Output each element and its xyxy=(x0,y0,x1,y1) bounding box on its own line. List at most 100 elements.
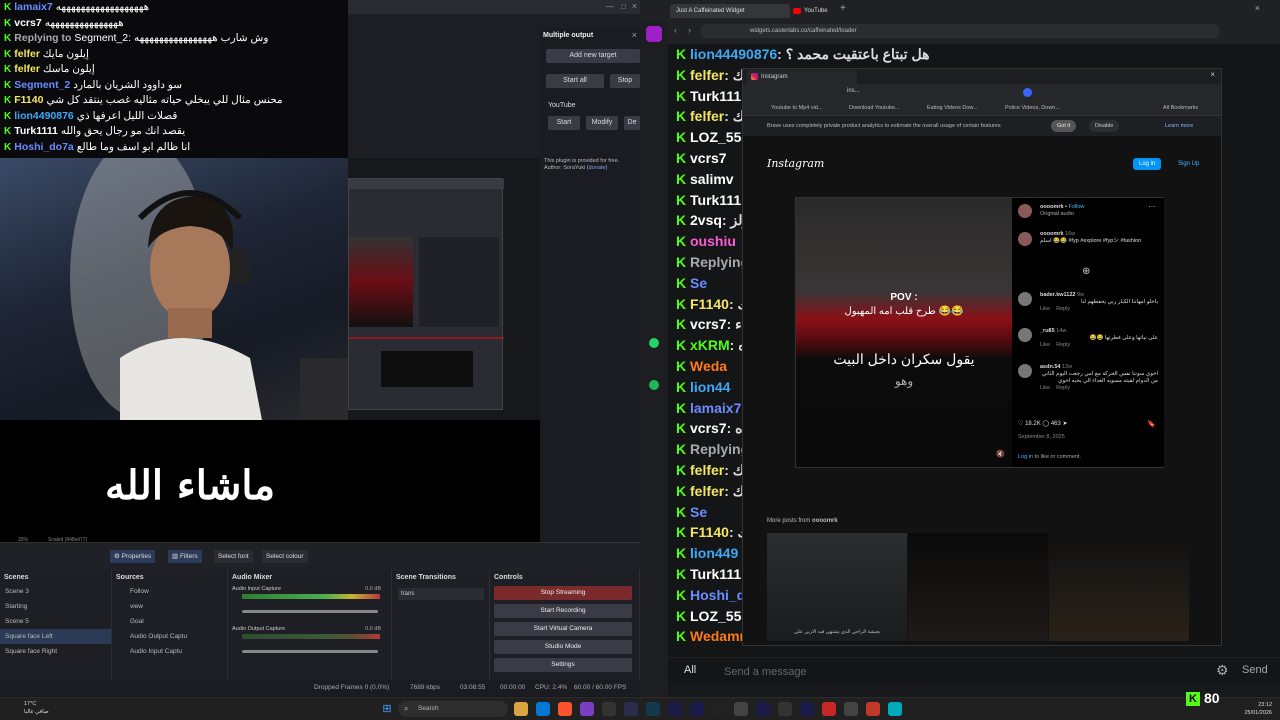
comment-icon[interactable]: ◯ xyxy=(1042,421,1049,427)
chat-username[interactable]: Turk111 xyxy=(690,88,741,104)
media-encoder-icon[interactable] xyxy=(712,702,726,716)
more-post-thumb-1[interactable]: يعيشة الراحي الذي يشتهي فيه الاربي علي xyxy=(767,533,907,641)
chat-username[interactable]: Wedamn xyxy=(690,628,748,644)
properties-button[interactable]: ⚙ Properties xyxy=(110,550,156,563)
chat-username[interactable]: lion4490876 xyxy=(14,110,74,122)
visual-studio-icon[interactable] xyxy=(580,702,594,716)
scene-item[interactable]: Scene 3 xyxy=(0,584,111,599)
chat-username[interactable]: lamaix7 xyxy=(14,1,53,13)
forward-icon[interactable]: › xyxy=(688,25,691,35)
chat-username[interactable]: F1140 xyxy=(690,524,729,540)
taskbar-tool-icon[interactable] xyxy=(734,702,748,716)
chat-filter-select[interactable]: All xyxy=(684,664,696,676)
chat-username[interactable]: lion44 xyxy=(690,379,730,395)
author-avatar[interactable] xyxy=(1018,204,1032,218)
stop-all-button[interactable]: Stop xyxy=(610,74,640,88)
bookmark-item[interactable]: Police Videos, Down... xyxy=(1005,105,1060,111)
select-colour-button[interactable]: Select colour xyxy=(262,550,308,563)
chat-username[interactable]: felfer xyxy=(690,108,724,124)
source-item[interactable]: view xyxy=(112,599,227,614)
chat-username[interactable]: 2vsq xyxy=(690,212,722,228)
windows-start-icon[interactable]: ⊞ xyxy=(380,702,394,716)
chat-username[interactable]: felfer xyxy=(14,48,40,60)
commenter-avatar[interactable] xyxy=(1018,328,1032,342)
chat-username[interactable]: LOZ_555 xyxy=(690,129,749,145)
like-icon[interactable]: ♡ xyxy=(1018,421,1023,427)
login-prompt-link[interactable]: Log in xyxy=(1018,454,1033,460)
chat-username[interactable]: xKRM xyxy=(690,337,730,353)
close-icon[interactable]: × xyxy=(632,30,637,40)
settings-icon[interactable]: ⚙ xyxy=(1216,662,1229,679)
modify-button[interactable]: Modify xyxy=(586,116,618,130)
start-all-button[interactable]: Start all xyxy=(546,74,604,88)
mute-icon[interactable]: 🔇 xyxy=(996,450,1005,458)
select-font-button[interactable]: Select font xyxy=(214,550,253,563)
scene-item[interactable]: Starting xyxy=(0,599,111,614)
comment-like-button[interactable]: Like xyxy=(1040,342,1050,348)
scene-item[interactable]: Square face Left xyxy=(0,629,111,644)
file-explorer-icon[interactable] xyxy=(514,702,528,716)
spotify-icon[interactable] xyxy=(649,380,659,390)
chat-username[interactable]: lion44490876 xyxy=(690,46,777,62)
mixer-channel-1-slider[interactable] xyxy=(242,610,378,613)
post-author[interactable]: oooomrk xyxy=(1040,204,1064,210)
share-icon[interactable]: ➤ xyxy=(1063,421,1068,427)
chat-username[interactable]: felfer xyxy=(690,483,724,499)
start-virtual-camera-button[interactable]: Start Virtual Camera xyxy=(494,622,632,636)
caption-user[interactable]: oooomrk xyxy=(1040,231,1064,237)
premiere-icon[interactable] xyxy=(800,702,814,716)
scene-item[interactable]: Scene 5 xyxy=(0,614,111,629)
comment-user[interactable]: _ru85 xyxy=(1040,328,1055,334)
chat-username[interactable]: Hoshi_do7a xyxy=(14,141,74,153)
chat-username[interactable]: LOZ_555 xyxy=(690,608,749,624)
taskbar-search[interactable]: ⌕ Search xyxy=(398,701,508,717)
chat-username[interactable]: Hoshi_d xyxy=(690,587,745,603)
all-bookmarks[interactable]: All Bookmarks xyxy=(1163,105,1198,111)
comment-user[interactable]: asdn.54 xyxy=(1040,364,1060,370)
chat-message-input[interactable]: Send a message xyxy=(724,662,1184,682)
commenter-avatar[interactable] xyxy=(1018,292,1032,306)
chat-username[interactable]: Turk111 xyxy=(690,566,741,582)
photoshop-icon[interactable] xyxy=(624,702,638,716)
chat-username[interactable]: Weda xyxy=(690,358,727,374)
comment-user[interactable]: bader.kw1122 xyxy=(1040,292,1075,298)
signup-link[interactable]: Sign Up xyxy=(1178,158,1199,170)
studio-mode-button[interactable]: Studio Mode xyxy=(494,640,632,654)
chat-username[interactable]: vcrs7 xyxy=(14,17,41,29)
start-button[interactable]: Start xyxy=(548,116,580,130)
chat-username[interactable]: salimv xyxy=(690,171,734,187)
chat-username[interactable]: Segment_2 xyxy=(14,79,70,91)
clock[interactable]: 23:12 25/01/2026 xyxy=(1238,701,1272,717)
whatsapp-icon[interactable] xyxy=(649,338,659,348)
chat-username[interactable]: felfer xyxy=(14,63,40,75)
comment-reply-button[interactable]: Reply xyxy=(1056,385,1070,391)
transition-select[interactable]: trans xyxy=(398,588,484,600)
chat-username[interactable]: Se xyxy=(690,275,707,291)
send-button[interactable]: Send xyxy=(1242,664,1268,676)
animate-icon[interactable] xyxy=(756,702,770,716)
learn-more-link[interactable]: Learn more xyxy=(1165,116,1193,136)
chat-username[interactable]: Turk1111 xyxy=(14,125,58,137)
instagram-logo[interactable]: Instagram xyxy=(767,157,824,170)
chat-username[interactable]: Turk111 xyxy=(690,192,741,208)
chat-username[interactable]: F1140 xyxy=(14,94,43,106)
taskbar-app-icon[interactable] xyxy=(646,702,660,716)
stop-streaming-button[interactable]: Stop Streaming xyxy=(494,586,632,600)
source-item[interactable]: Goal xyxy=(112,614,227,629)
taskbar-utility-icon[interactable] xyxy=(778,702,792,716)
scene-item[interactable]: Square face Right xyxy=(0,644,111,659)
tab-youtube[interactable]: YouTube xyxy=(790,4,870,18)
chat-username[interactable]: vcrs7 xyxy=(690,150,727,166)
chat-username[interactable]: F1140 xyxy=(690,296,729,312)
login-button[interactable]: Log in xyxy=(1133,158,1162,170)
settings-button[interactable]: Settings xyxy=(494,658,632,672)
chat-username[interactable]: lamaix7 xyxy=(690,400,741,416)
brave-icon[interactable] xyxy=(558,702,572,716)
taskbar-extra-icon[interactable] xyxy=(844,702,858,716)
chat-username[interactable]: vcrs7 xyxy=(690,420,727,436)
add-icon[interactable]: ⊕ xyxy=(1082,266,1090,277)
extension-icon[interactable] xyxy=(1023,88,1032,97)
more-options-icon[interactable]: ··· xyxy=(1148,202,1156,211)
commenter-avatar[interactable] xyxy=(1018,364,1032,378)
comment-reply-button[interactable]: Reply xyxy=(1056,306,1070,312)
